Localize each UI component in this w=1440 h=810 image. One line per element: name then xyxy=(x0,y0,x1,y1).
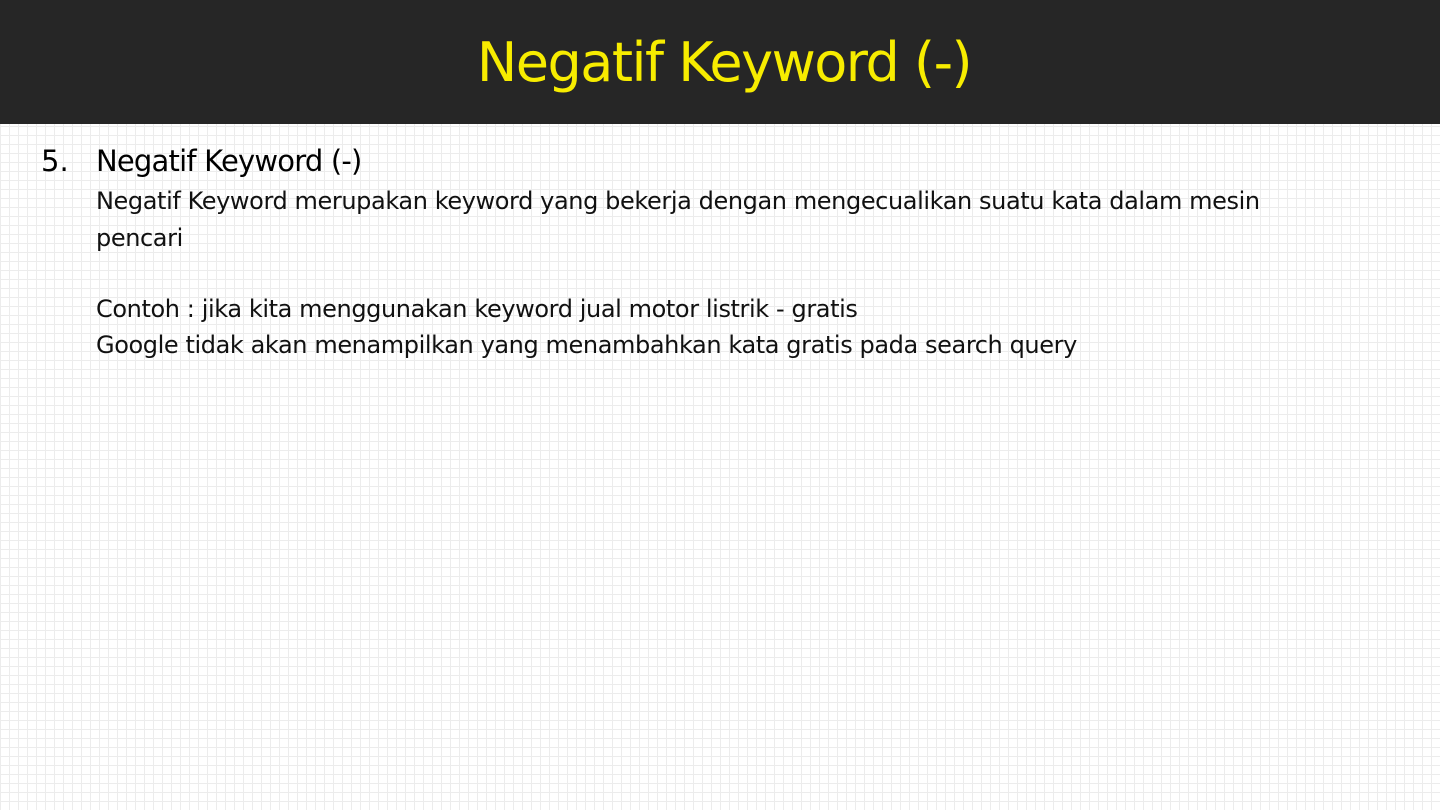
definition-text-line-1: Negatif Keyword merupakan keyword yang b… xyxy=(96,187,1260,215)
list-item-number: 5. xyxy=(41,144,69,178)
slide-content: 5. Negatif Keyword (-) Negatif Keyword m… xyxy=(0,0,1440,810)
example-result-text: Google tidak akan menampilkan yang menam… xyxy=(96,331,1077,359)
list-item-heading: Negatif Keyword (-) xyxy=(96,144,362,178)
example-text: Contoh : jika kita menggunakan keyword j… xyxy=(96,295,858,323)
definition-text-line-2: pencari xyxy=(96,224,183,252)
